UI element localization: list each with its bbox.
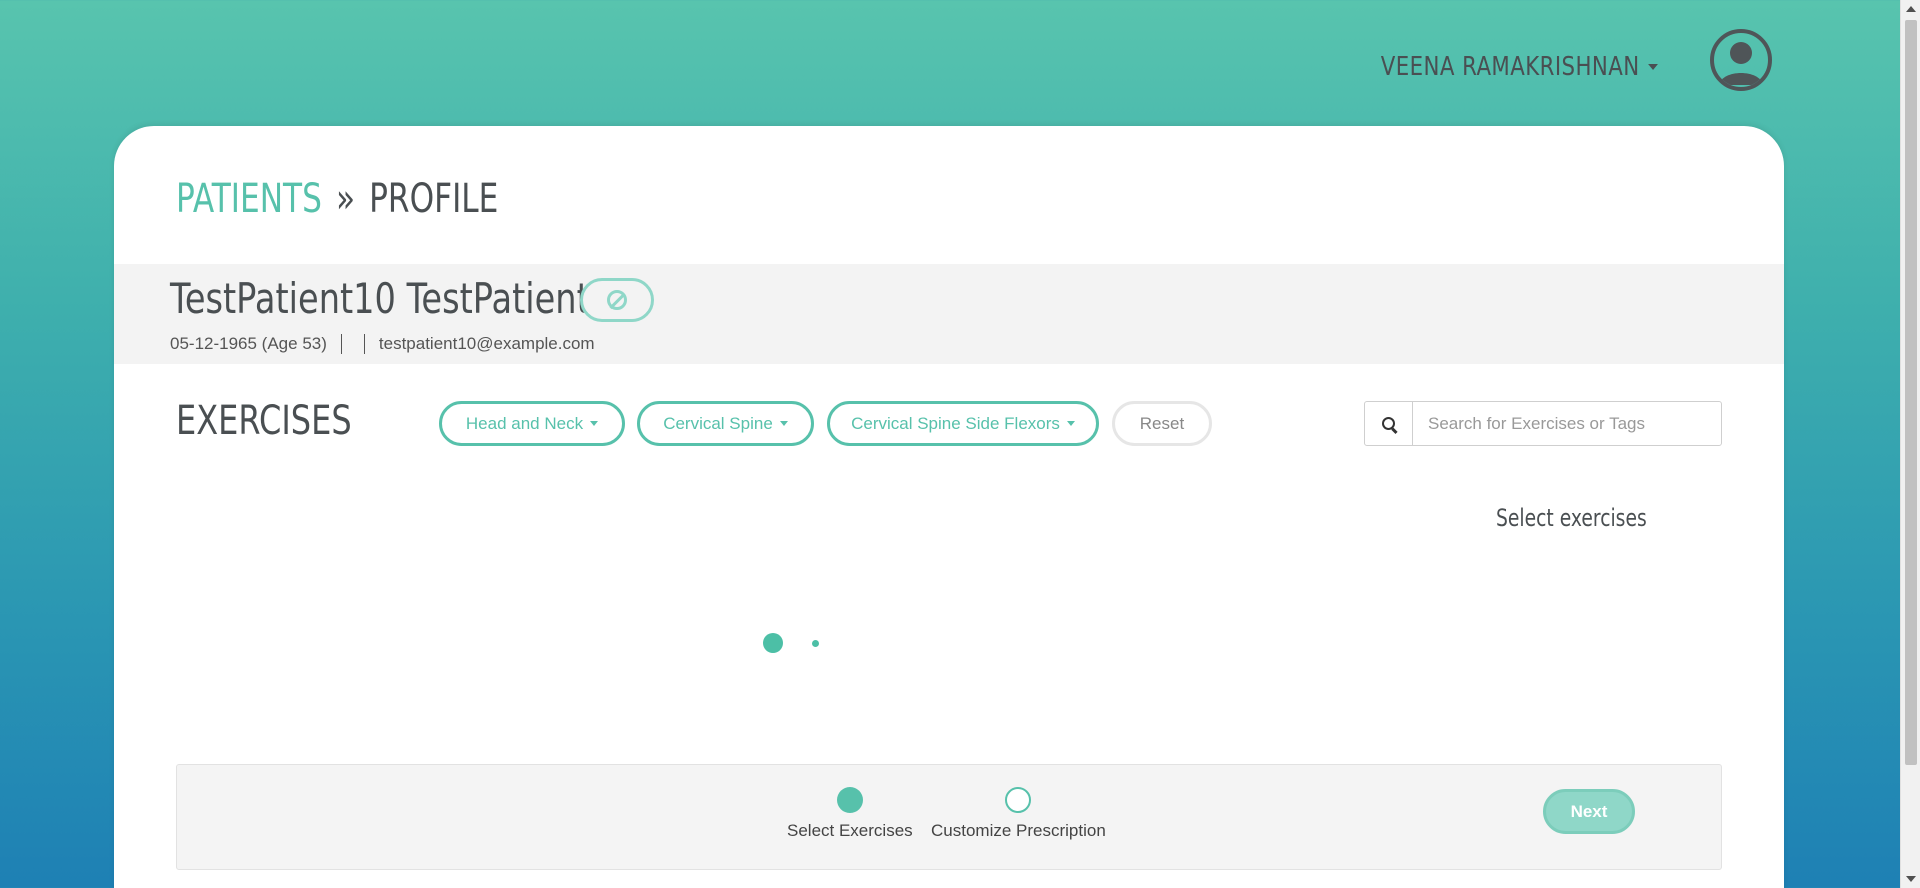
patient-dob: 05-12-1965 (Age 53) [170,334,327,353]
reset-button[interactable]: Reset [1112,401,1212,446]
filter-head-and-neck[interactable]: Head and Neck [439,401,625,446]
step-indicator-inactive [1005,787,1032,813]
breadcrumb: PATIENTS » PROFILE [176,176,498,222]
user-avatar-icon[interactable] [1710,29,1772,91]
filter-cervical-spine-side-flexors[interactable]: Cervical Spine Side Flexors [827,401,1099,446]
search-icon [1382,417,1395,430]
filter-label: Head and Neck [465,413,584,433]
loading-dot [812,640,819,647]
caret-down-icon [779,421,788,426]
filter-label: Cervical Spine Side Flexors [851,413,1060,433]
patient-meta: 05-12-1965 (Age 53) testpatient10@exampl… [170,334,595,354]
user-name: VEENA RAMAKRISHNAN [1381,52,1640,82]
patient-email: testpatient10@example.com [378,334,595,353]
ban-icon [607,290,627,310]
select-exercises-heading: Select exercises [1496,504,1647,532]
breadcrumb-separator: » [335,176,356,222]
step-label: Select Exercises [787,821,913,840]
user-menu[interactable]: VEENA RAMAKRISHNAN [1381,52,1658,82]
breadcrumb-current: PROFILE [369,176,499,222]
patient-name: TestPatient10 TestPatient10 [170,274,633,323]
main-card: PATIENTS » PROFILE TestPatient10 TestPat… [114,126,1784,888]
step-indicator-active [836,787,863,813]
filter-cervical-spine[interactable]: Cervical Spine [637,401,814,446]
top-bar: VEENA RAMAKRISHNAN [0,0,1900,125]
scroll-thumb[interactable] [1905,20,1917,765]
divider [363,334,365,354]
step-select-exercises[interactable]: Select Exercises [787,787,913,841]
search-input[interactable] [1413,402,1721,445]
divider [340,334,342,354]
filter-label: Cervical Spine [663,413,773,433]
loading-dot [763,633,783,653]
search-button[interactable] [1365,402,1413,445]
scroll-down-icon[interactable] [1906,876,1916,882]
caret-down-icon [590,421,599,426]
patient-status-button[interactable] [580,278,654,322]
caret-down-icon [1648,64,1658,70]
breadcrumb-patients-link[interactable]: PATIENTS [176,176,322,222]
step-customize-prescription[interactable]: Customize Prescription [931,787,1106,841]
patient-header: TestPatient10 TestPatient10 05-12-1965 (… [114,264,1784,364]
search-box [1364,401,1722,446]
step-label: Customize Prescription [931,821,1106,840]
vertical-scrollbar[interactable] [1900,0,1920,888]
wizard-footer: Select Exercises Customize Prescription … [176,764,1722,870]
scroll-up-icon[interactable] [1906,6,1916,12]
next-button[interactable]: Next [1543,789,1635,834]
exercises-title: EXERCISES [176,398,352,444]
caret-down-icon [1066,421,1075,426]
